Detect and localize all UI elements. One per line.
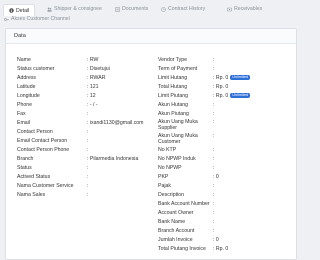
tab-akses-customer-channel[interactable]: Akses Customer Channel	[4, 16, 70, 22]
receivables-icon	[226, 7, 233, 12]
tab-bar: Detail Shipper & consignee Documents Con…	[0, 0, 300, 26]
history-icon	[161, 6, 166, 12]
info-icon	[9, 8, 14, 13]
unlimited-badge: Unlimited	[230, 93, 251, 99]
key-icon	[4, 17, 9, 22]
tab-label: Receivables	[234, 6, 263, 12]
users-icon	[47, 7, 52, 12]
tab-label: Shipper & consignee	[54, 6, 102, 12]
tab-label: Akses Customer Channel	[11, 16, 70, 22]
detail-row-akun-uang-muka-supplier: Akun Uang Muka Supplier:	[158, 119, 215, 131]
tab-detail[interactable]: Detail	[3, 4, 36, 16]
tab-documents[interactable]: Documents	[115, 6, 148, 12]
detail-row-akun-uang-muka-customer: Akun Uang Muka Customer:	[158, 133, 215, 145]
tab-contract-history[interactable]: Contract History	[161, 6, 205, 12]
tab-label: Documents	[122, 6, 149, 12]
data-panel: Data Name: RW Status customer: Disetujui…	[5, 28, 297, 260]
tab-label: Contract History	[168, 6, 206, 12]
unlimited-badge: Unlimited	[230, 75, 251, 81]
panel-title: Data	[6, 29, 296, 44]
document-icon	[115, 6, 120, 12]
tab-receivables[interactable]: Receivables	[226, 6, 263, 12]
tab-label: Detail	[16, 7, 30, 14]
tab-shipper-consignee[interactable]: Shipper & consignee	[47, 6, 102, 12]
